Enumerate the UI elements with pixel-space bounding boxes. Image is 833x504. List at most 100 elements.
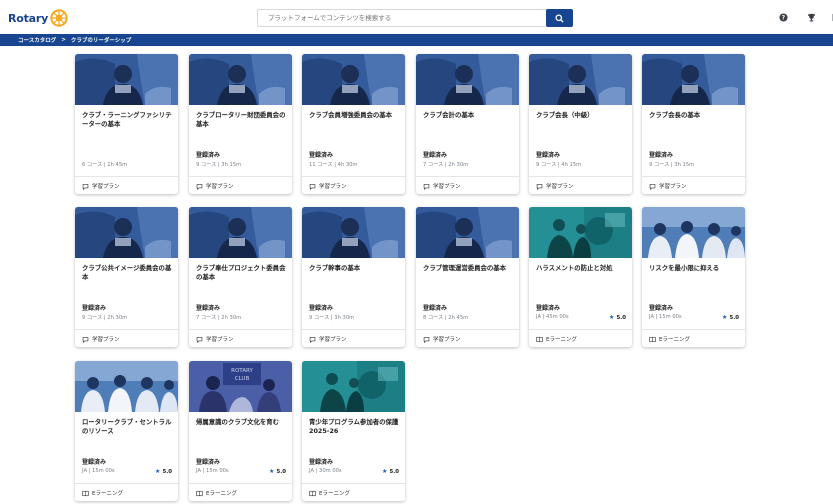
rating-value: 5.0 (162, 468, 172, 475)
breadcrumb-course-catalog[interactable]: コースカタログ (18, 36, 56, 44)
enrollment-status: 登録済み (649, 152, 674, 159)
card-divider (302, 329, 405, 330)
search-icon (555, 13, 564, 23)
plan-icon (536, 183, 543, 190)
course-card[interactable]: クラブ奉仕プロジェクト委員会の基本 登録済み 7 コース | 2h 30m 学習プラン (189, 207, 292, 347)
course-type-label: 学習プラン (206, 184, 234, 190)
course-title[interactable]: クラブ会長の基本 (649, 111, 741, 120)
course-type: Eラーニング (649, 335, 690, 343)
course-title[interactable]: クラブ会員増強委員会の基本 (309, 111, 401, 120)
course-type-label: Eラーニング (206, 491, 237, 497)
enrollment-status: 登録済み (423, 305, 448, 312)
course-meta: 6 コース | 1h 45m (82, 162, 128, 168)
course-meta: 8 コース | 2h 45m (423, 315, 469, 321)
course-thumbnail (189, 54, 292, 105)
enrollment-status: 登録済み (309, 459, 334, 466)
course-type-label: 学習プラン (206, 337, 234, 343)
course-title[interactable]: クラブ会計の基本 (423, 111, 515, 120)
course-card[interactable]: クラブ公共イメージ委員会の基本 登録済み 9 コース | 2h 30m 学習プラン (75, 207, 178, 347)
course-type: Eラーニング (196, 489, 237, 497)
course-card[interactable]: ROTARY CLUB 帰属意識のクラブ文化を育む 登録済み JA | 15m 00… (189, 361, 292, 501)
course-meta: 9 コース | 3h 15m (196, 162, 242, 168)
search-box[interactable] (257, 9, 547, 27)
course-title[interactable]: リスクを最小限に抑える (649, 264, 741, 273)
course-thumbnail (416, 54, 519, 105)
course-thumbnail (529, 207, 632, 258)
course-type-label: Eラーニング (92, 491, 123, 497)
help-icon[interactable]: ? (779, 13, 788, 22)
search-button[interactable] (546, 9, 573, 27)
course-type-label: 学習プラン (92, 337, 120, 343)
course-card[interactable]: クラブ会員増強委員会の基本 登録済み 11 コース | 4h 30m 学習プラン (302, 54, 405, 194)
course-type: 学習プラン (196, 335, 234, 343)
course-card[interactable]: クラブ・ラーニングファシリテーターの基本 6 コース | 1h 45m 学習プラン (75, 54, 178, 194)
card-divider (416, 176, 519, 177)
enrollment-status: 登録済み (309, 305, 334, 312)
course-card[interactable]: クラブ会計の基本 登録済み 7 コース | 2h 30m 学習プラン (416, 54, 519, 194)
card-divider (189, 176, 292, 177)
search-input[interactable] (268, 14, 546, 22)
breadcrumb-separator: > (61, 37, 66, 43)
course-title[interactable]: クラブ会長（中級） (536, 111, 628, 120)
course-type: 学習プラン (536, 182, 574, 190)
course-title[interactable]: 青少年プログラム参加者の保護 2025-26 (309, 418, 401, 435)
course-meta: JA | 45m 00s (536, 314, 569, 320)
course-title[interactable]: ロータリークラブ・セントラルのリソース (82, 418, 174, 435)
rating-value: 5.0 (616, 314, 626, 321)
course-type-label: Eラーニング (319, 491, 350, 497)
card-divider (302, 176, 405, 177)
course-thumbnail (642, 54, 745, 105)
rotary-logo[interactable]: Rotary (8, 9, 68, 27)
course-type-label: 学習プラン (319, 184, 347, 190)
elearning-icon (82, 490, 89, 496)
elearning-icon (309, 490, 316, 496)
course-type: Eラーニング (82, 489, 123, 497)
course-thumbnail (642, 207, 745, 258)
course-title[interactable]: クラブ奉仕プロジェクト委員会の基本 (196, 264, 288, 281)
course-title[interactable]: クラブ管理運営委員会の基本 (423, 264, 515, 273)
course-type: 学習プラン (309, 182, 347, 190)
course-card[interactable]: ロータリークラブ・セントラルのリソース 登録済み JA | 15m 00s ★ 5.0 E… (75, 361, 178, 501)
course-meta: 9 コース | 3h 15m (649, 162, 695, 168)
course-rating: ★ 5.0 (609, 314, 626, 321)
course-title[interactable]: クラブ幹事の基本 (309, 264, 401, 273)
course-card[interactable]: クラブ会長の基本 登録済み 9 コース | 3h 15m 学習プラン (642, 54, 745, 194)
course-card[interactable]: 青少年プログラム参加者の保護 2025-26 登録済み JA | 30m 00s ★ 5… (302, 361, 405, 501)
course-title[interactable]: クラブロータリー財団委員会の基本 (196, 111, 288, 128)
user-menu-icon[interactable] (829, 13, 833, 22)
course-meta: 9 コース | 3h 30m (309, 315, 355, 321)
course-type: 学習プラン (423, 335, 461, 343)
course-card[interactable]: リスクを最小限に抑える 登録済み JA | 15m 00s ★ 5.0 Eラーニング (642, 207, 745, 347)
course-rating: ★ 5.0 (269, 468, 286, 475)
course-title[interactable]: 帰属意識のクラブ文化を育む (196, 418, 288, 427)
course-type-label: 学習プラン (659, 184, 687, 190)
rating-value: 5.0 (276, 468, 286, 475)
course-meta: 7 コース | 2h 30m (196, 315, 242, 321)
course-thumbnail (189, 207, 292, 258)
course-card[interactable]: クラブ幹事の基本 登録済み 9 コース | 3h 30m 学習プラン (302, 207, 405, 347)
course-type: Eラーニング (536, 335, 577, 343)
course-title[interactable]: ハラスメントの防止と対処 (536, 264, 628, 273)
course-card[interactable]: ハラスメントの防止と対処 登録済み JA | 45m 00s ★ 5.0 Eラーニング (529, 207, 632, 347)
course-card[interactable]: クラブ管理運営委員会の基本 登録済み 8 コース | 2h 45m 学習プラン (416, 207, 519, 347)
logo-text: Rotary (8, 11, 49, 25)
course-rating: ★ 5.0 (722, 314, 739, 321)
course-type-label: 学習プラン (433, 184, 461, 190)
card-divider (189, 483, 292, 484)
course-title[interactable]: クラブ公共イメージ委員会の基本 (82, 264, 174, 281)
course-thumbnail (529, 54, 632, 105)
star-icon: ★ (155, 468, 161, 475)
breadcrumb-club-leadership[interactable]: クラブのリーダーシップ (71, 36, 131, 44)
course-meta: JA | 15m 00s (649, 314, 682, 320)
course-title[interactable]: クラブ・ラーニングファシリテーターの基本 (82, 111, 174, 128)
course-rating: ★ 5.0 (382, 468, 399, 475)
trophy-icon[interactable] (807, 13, 816, 22)
course-thumbnail (302, 207, 405, 258)
course-type-label: 学習プラン (433, 337, 461, 343)
enrollment-status: 登録済み (649, 305, 674, 312)
course-type-label: Eラーニング (659, 337, 690, 343)
course-card[interactable]: クラブ会長（中級） 登録済み 9 コース | 4h 15m 学習プラン (529, 54, 632, 194)
card-divider (529, 176, 632, 177)
course-meta: 11 コース | 4h 30m (309, 162, 358, 168)
course-card[interactable]: クラブロータリー財団委員会の基本 登録済み 9 コース | 3h 15m 学習プラン (189, 54, 292, 194)
